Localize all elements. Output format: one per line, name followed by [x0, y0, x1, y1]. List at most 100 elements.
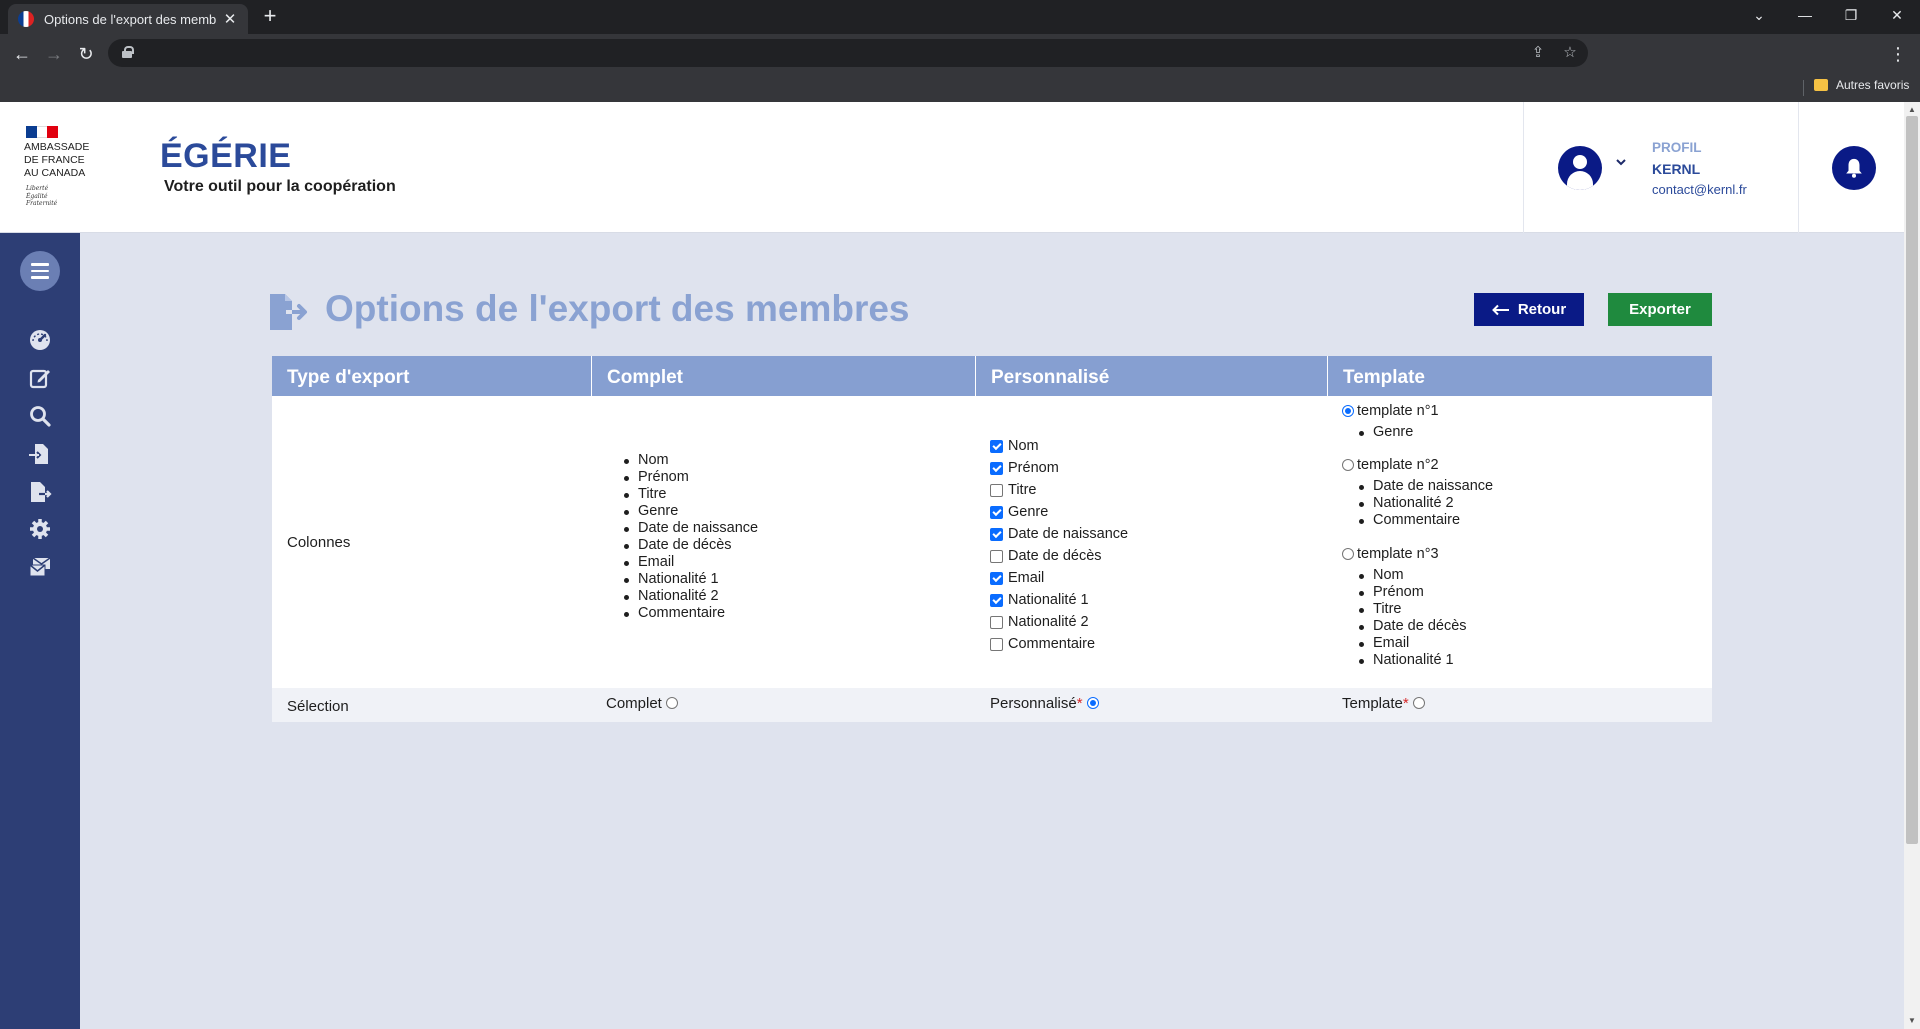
browser-tab-bar: Options de l'export des membres ✕ + ⌄ — …: [0, 0, 1920, 34]
checkbox-label[interactable]: Commentaire: [1008, 636, 1095, 652]
window-close-icon[interactable]: ✕: [1874, 0, 1920, 30]
search-icon[interactable]: [28, 404, 52, 428]
selection-template: Template*: [1342, 695, 1425, 712]
tab-close-icon[interactable]: ✕: [222, 10, 238, 28]
folder-icon: [1814, 79, 1828, 91]
checkbox[interactable]: [990, 593, 1003, 607]
notifications-button[interactable]: [1832, 146, 1876, 190]
settings-icon[interactable]: [28, 517, 52, 541]
template-radio[interactable]: [1342, 548, 1354, 560]
template-radio[interactable]: [1342, 459, 1354, 471]
checkbox[interactable]: [990, 637, 1003, 651]
browser-menu-icon[interactable]: ⋮: [1888, 40, 1908, 68]
checkbox-label[interactable]: Date de décès: [1008, 548, 1102, 564]
share-icon[interactable]: ⇪: [1528, 43, 1548, 63]
export-icon[interactable]: [28, 480, 52, 504]
list-item: Nom: [1359, 567, 1470, 584]
reload-icon[interactable]: ↻: [72, 40, 100, 68]
bookmark-folder-other[interactable]: Autres favoris: [1814, 78, 1909, 92]
menu-toggle-icon[interactable]: [20, 251, 60, 291]
selection-radio[interactable]: [1412, 697, 1425, 709]
mail-icon[interactable]: [28, 555, 52, 579]
browser-tab[interactable]: Options de l'export des membres ✕: [8, 4, 248, 34]
checkbox-label[interactable]: Nom: [1008, 438, 1039, 454]
list-item: Prénom: [1359, 584, 1470, 601]
custom-column-item: Commentaire: [990, 633, 1128, 655]
required-mark: *: [1076, 695, 1083, 712]
checkbox-label[interactable]: Nationalité 1: [1008, 592, 1089, 608]
export-button[interactable]: Exporter: [1608, 293, 1712, 326]
checkbox[interactable]: [990, 505, 1003, 519]
lock-icon[interactable]: [122, 46, 134, 58]
checkbox[interactable]: [990, 549, 1003, 563]
app-tagline: Votre outil pour la coopération: [164, 178, 396, 195]
selection-radio[interactable]: [666, 697, 679, 709]
custom-columns-list: Nom Prénom Titre Genre Date de naissance…: [990, 435, 1128, 655]
minimize-icon[interactable]: —: [1782, 0, 1828, 30]
back-button[interactable]: Retour: [1474, 293, 1584, 326]
list-item: Genre: [1359, 424, 1470, 441]
header-personnalise: Personnalisé: [976, 356, 1328, 396]
checkbox-label[interactable]: Date de naissance: [1008, 526, 1128, 542]
forward-arrow-icon[interactable]: →: [40, 40, 68, 68]
ambassade-line: AU CANADA: [24, 167, 86, 179]
motto-line: Liberté: [26, 185, 49, 192]
list-item: Nationalité 1: [1359, 652, 1470, 669]
checkbox[interactable]: [990, 483, 1003, 497]
list-item: Genre: [623, 503, 758, 520]
custom-column-item: Nationalité 1: [990, 589, 1128, 611]
selection-radio[interactable]: [1086, 697, 1099, 709]
checkbox-label[interactable]: Genre: [1008, 504, 1048, 520]
checkbox[interactable]: [990, 439, 1003, 453]
custom-column-item: Nom: [990, 435, 1128, 457]
template-radio[interactable]: [1342, 405, 1354, 417]
bookmark-star-icon[interactable]: ☆: [1560, 43, 1580, 63]
checkbox[interactable]: [990, 615, 1003, 629]
list-item: Date de naissance: [623, 520, 759, 536]
bookmarks-bar: Autres favoris: [0, 72, 1920, 102]
address-bar[interactable]: ⇪ ☆: [108, 39, 1588, 67]
list-item: Titre: [1359, 601, 1470, 618]
new-tab-icon[interactable]: +: [258, 5, 282, 29]
custom-column-item: Nationalité 2: [990, 611, 1128, 633]
app-name[interactable]: ÉGÉRIE: [160, 137, 291, 176]
list-item: Date de décès: [1359, 618, 1470, 635]
user-avatar-icon[interactable]: [1558, 146, 1602, 190]
checkbox-label[interactable]: Email: [1008, 570, 1044, 586]
checkbox-label[interactable]: Prénom: [1008, 460, 1059, 476]
tab-search-icon[interactable]: ⌄: [1736, 0, 1782, 30]
republic-motto: Liberté Égalité Fraternité: [26, 185, 57, 208]
dashboard-icon[interactable]: [28, 328, 52, 352]
required-mark: *: [1402, 695, 1409, 712]
scrollbar-thumb[interactable]: [1906, 116, 1918, 844]
checkbox-label[interactable]: Titre: [1008, 482, 1036, 498]
selection-complet: Complet: [606, 695, 679, 712]
checkbox[interactable]: [990, 461, 1003, 475]
chevron-down-icon[interactable]: [1614, 156, 1628, 170]
selection-template-label[interactable]: Template: [1342, 695, 1403, 712]
template-columns-list: Date de naissance Nationalité 2 Commenta…: [1358, 478, 1494, 529]
row-label-selection: Sélection: [287, 698, 349, 715]
import-icon[interactable]: [28, 442, 52, 466]
template-columns-list: Nom Prénom Titre Date de décès Email Nat…: [1359, 567, 1470, 669]
selection-complet-label[interactable]: Complet: [606, 695, 662, 712]
edit-icon[interactable]: [28, 366, 52, 390]
template-label[interactable]: template n°2: [1357, 457, 1439, 473]
back-arrow-icon[interactable]: ←: [8, 40, 36, 68]
scroll-down-icon[interactable]: ▼: [1904, 1014, 1920, 1028]
checkbox[interactable]: [990, 571, 1003, 585]
export-options-table: Type d'export Complet Personnalisé Templ…: [272, 356, 1712, 722]
header-complet: Complet: [592, 356, 976, 396]
sidebar: [0, 233, 80, 1029]
custom-column-item: Genre: [990, 501, 1128, 523]
selection-personnalise-label[interactable]: Personnalisé: [990, 695, 1077, 712]
bookmark-separator: [1803, 80, 1804, 96]
checkbox[interactable]: [990, 527, 1003, 541]
checkbox-label[interactable]: Nationalité 2: [1008, 614, 1089, 630]
scroll-up-icon[interactable]: ▲: [1904, 103, 1920, 117]
list-item: Date de naissance: [1358, 478, 1494, 494]
restore-icon[interactable]: ❐: [1828, 0, 1874, 30]
marianne-logo[interactable]: [26, 126, 59, 138]
template-label[interactable]: template n°1: [1357, 403, 1439, 419]
template-label[interactable]: template n°3: [1357, 546, 1439, 562]
